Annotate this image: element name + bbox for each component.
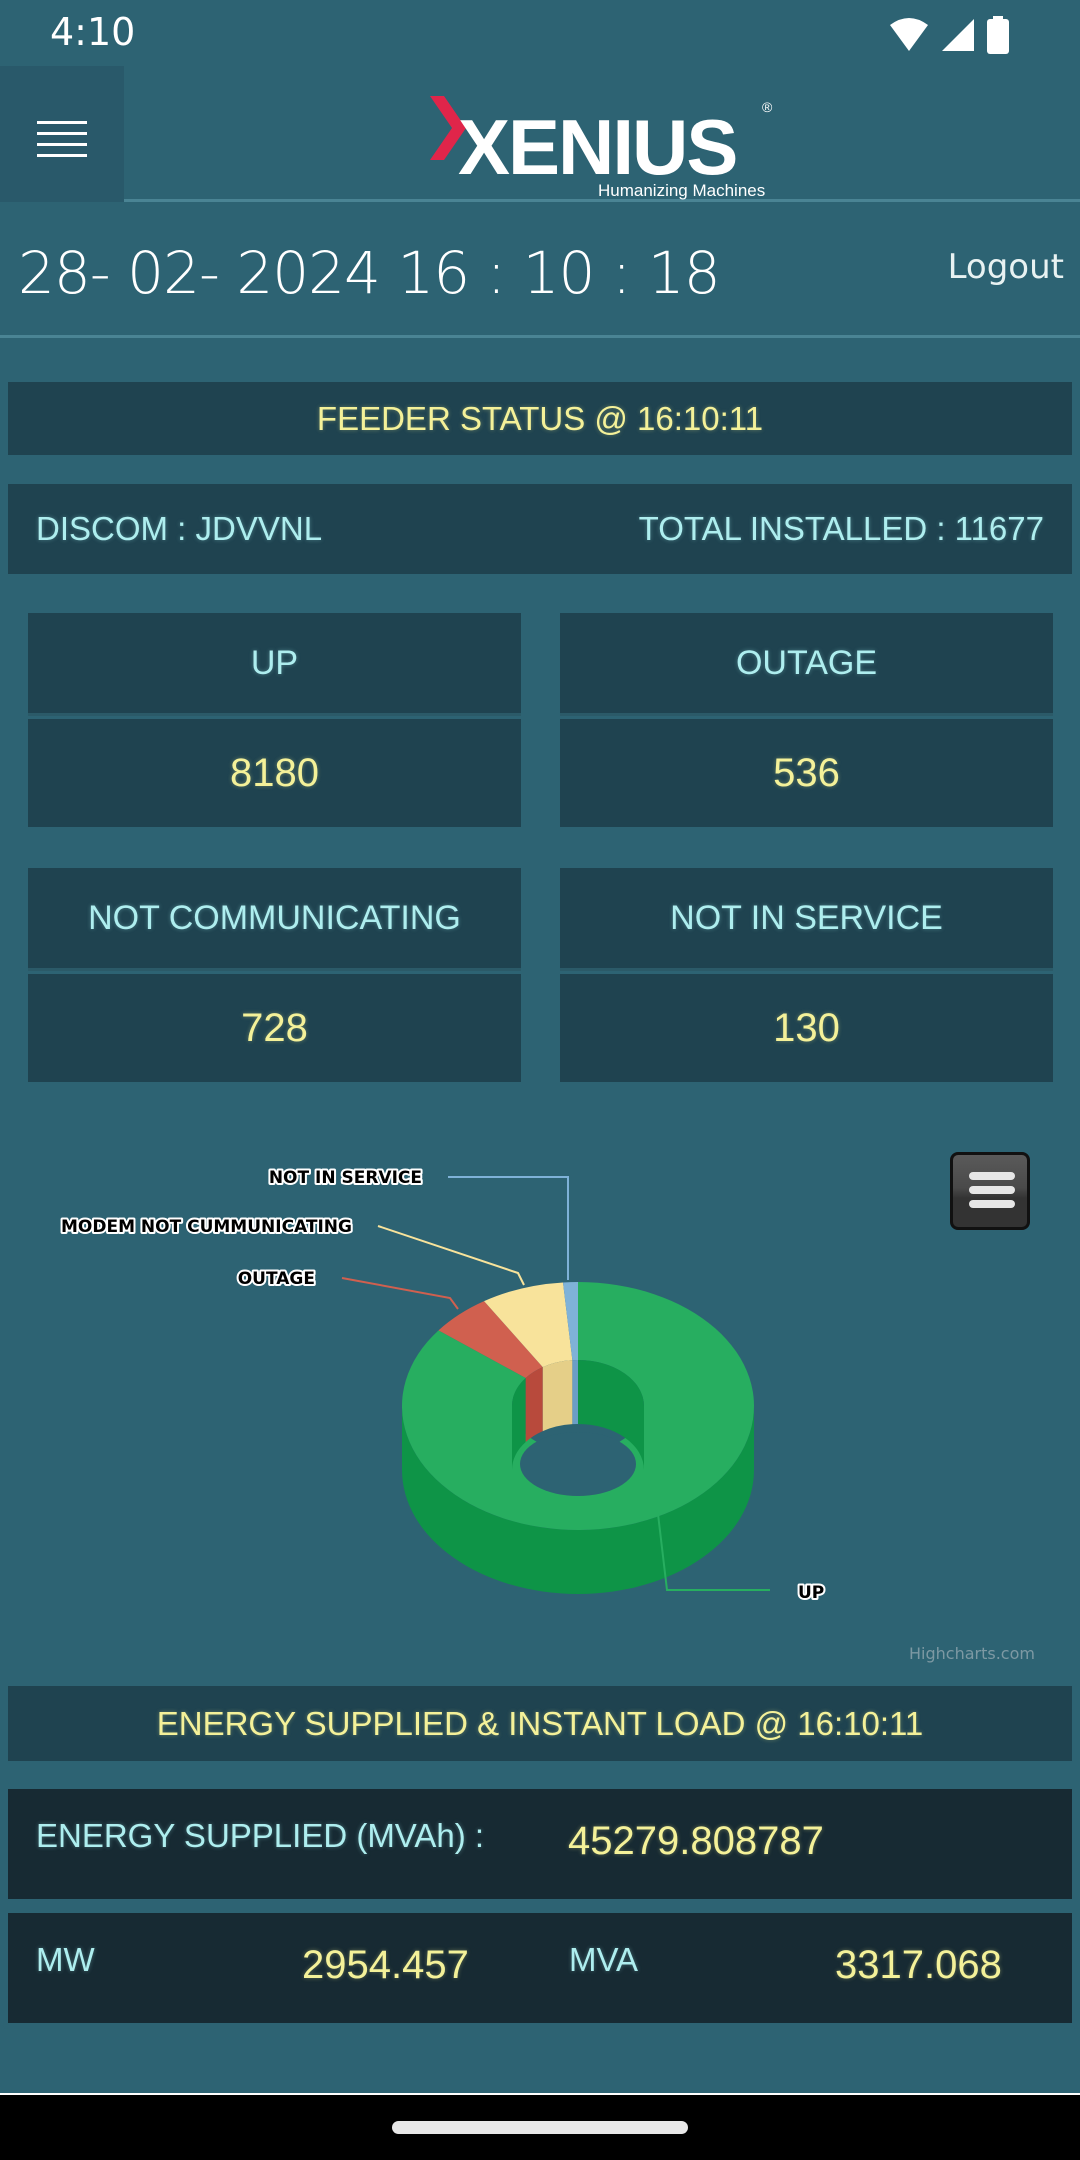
- logo-text: XENIUS: [458, 103, 736, 191]
- connector-not-in-service: [448, 1176, 569, 1280]
- instant-load-row: MW 2954.457 MVA 3317.068: [8, 1913, 1072, 2023]
- data-label-up: UP: [798, 1583, 824, 1603]
- stat-card-not-communicating[interactable]: NOT COMMUNICATING 728: [28, 868, 521, 1082]
- energy-supplied-row: ENERGY SUPPLIED (MVAh) : 45279.808787: [8, 1789, 1072, 1899]
- data-label-outage: OUTAGE: [238, 1269, 315, 1289]
- stat-card-title: OUTAGE: [560, 613, 1053, 716]
- stat-card-title: NOT IN SERVICE: [560, 868, 1053, 971]
- connector-outage: [341, 1277, 459, 1310]
- chart-context-menu-button[interactable]: [950, 1152, 1030, 1230]
- wifi-icon: [890, 18, 928, 51]
- logo-registered: ®: [762, 99, 773, 115]
- connector-modem-not-cummunicating: [377, 1225, 525, 1286]
- donut-hole-opening: [520, 1432, 636, 1496]
- mw-label: MW: [36, 1941, 95, 1978]
- highcharts-credits-link[interactable]: Highcharts.com: [909, 1644, 1035, 1663]
- stat-card-up[interactable]: UP 8180: [28, 613, 521, 827]
- stat-card-value: 536: [560, 719, 1053, 827]
- stat-card-value: 728: [28, 974, 521, 1082]
- stat-card-value: 8180: [28, 719, 521, 827]
- stat-card-not-in-service[interactable]: NOT IN SERVICE 130: [560, 868, 1053, 1082]
- xenius-logo: XENIUS ® Humanizing Machines: [430, 96, 773, 200]
- donut-inner-wall-not-in-service: [572, 1360, 578, 1425]
- battery-icon: [987, 16, 1009, 54]
- hamburger-menu-button[interactable]: [0, 66, 124, 202]
- status-bar: 4:10: [0, 0, 1080, 66]
- data-label-modem-not-cummunicating: MODEM NOT CUMMUNICATING: [61, 1217, 352, 1237]
- feeder-status-header: FEEDER STATUS @ 16:10:11: [8, 382, 1072, 455]
- app-header: XENIUS ® Humanizing Machines: [0, 66, 1080, 202]
- mw-value: 2954.457: [302, 1943, 469, 1987]
- logo-tagline: Humanizing Machines: [598, 181, 765, 200]
- home-gesture-handle[interactable]: [392, 2121, 688, 2134]
- discom-label: DISCOM : JDVVNL: [36, 510, 323, 547]
- status-time: 4:10: [50, 10, 136, 54]
- system-navigation-bar: [0, 2093, 1080, 2160]
- total-installed-label: TOTAL INSTALLED : 11677: [638, 510, 1044, 547]
- feeder-status-donut-chart: UP OUTAGE MODEM NOT CUMMUNICATING NOT IN SE…: [59, 1166, 826, 1605]
- donut-inner-wall-outage: [525, 1367, 543, 1442]
- energy-supplied-value: 45279.808787: [568, 1819, 824, 1863]
- cellular-signal-icon: [942, 19, 974, 51]
- donut-inner-wall-modem-not-cummunicating: [542, 1360, 573, 1432]
- stat-card-title: UP: [28, 613, 521, 716]
- energy-supplied-label: ENERGY SUPPLIED (MVAh) :: [36, 1817, 485, 1854]
- stat-card-outage[interactable]: OUTAGE 536: [560, 613, 1053, 827]
- stat-card-title: NOT COMMUNICATING: [28, 868, 521, 971]
- status-icons: [888, 16, 1010, 54]
- mva-label: MVA: [569, 1941, 639, 1978]
- current-datetime: 28- 02- 2024 16 : 10 : 18: [18, 239, 721, 307]
- stat-card-value: 130: [560, 974, 1053, 1082]
- data-label-not-in-service: NOT IN SERVICE: [269, 1168, 422, 1188]
- energy-header: ENERGY SUPPLIED & INSTANT LOAD @ 16:10:1…: [8, 1686, 1072, 1761]
- logout-link[interactable]: Logout: [948, 247, 1064, 287]
- discom-row: DISCOM : JDVVNL TOTAL INSTALLED : 11677: [8, 484, 1072, 574]
- mva-value: 3317.068: [835, 1943, 1002, 1987]
- datetime-row: 28- 02- 2024 16 : 10 : 18 Logout: [0, 205, 1080, 338]
